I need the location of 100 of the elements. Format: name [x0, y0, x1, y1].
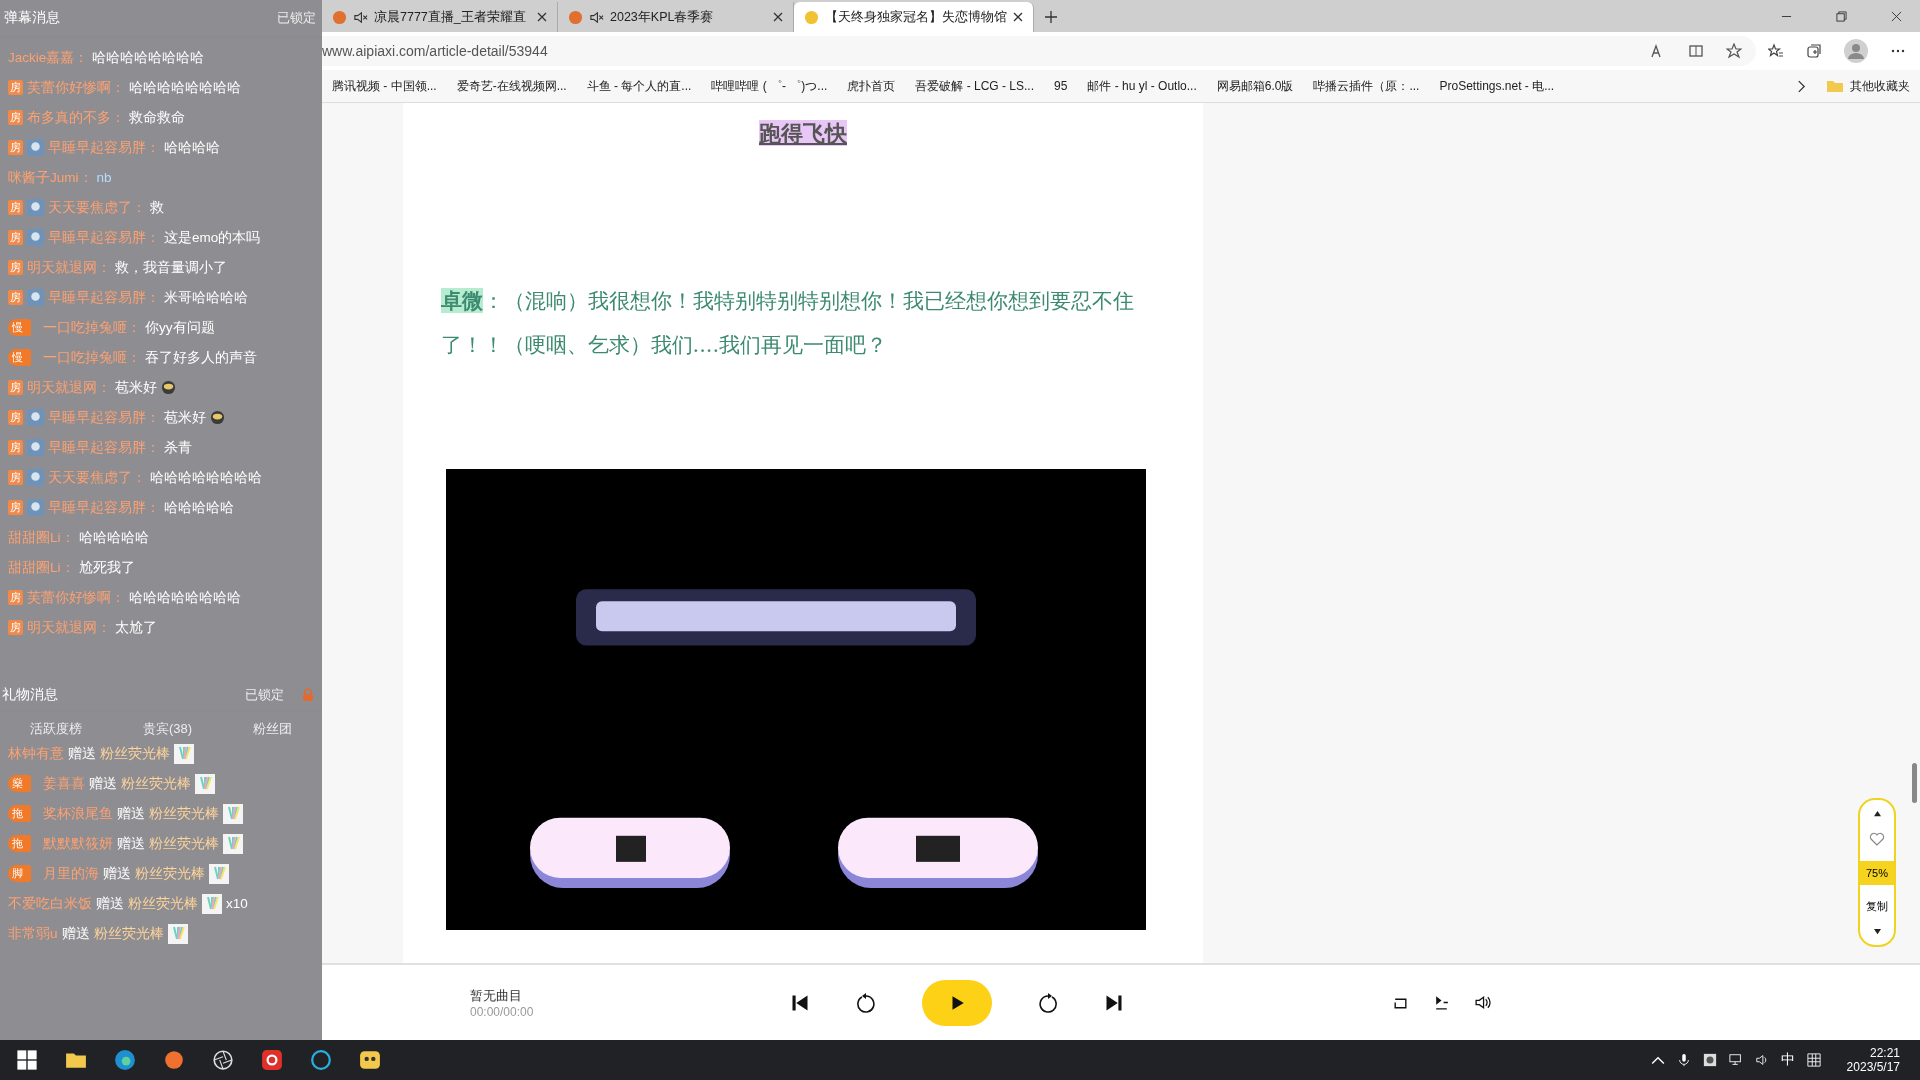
chat-username: 芙蕾你好惨啊： [27, 78, 125, 97]
chat-message: 吞了好多人的声音 [145, 348, 257, 367]
scroll-up-icon[interactable] [1872, 810, 1882, 817]
bookmark-folder[interactable]: 其他收藏夹 [1850, 77, 1910, 95]
muted-speaker-icon[interactable] [353, 9, 368, 25]
gift-verb: 赠送 [103, 864, 131, 883]
profile-icon[interactable] [1844, 39, 1868, 63]
article-heading: 跑得飞快 [759, 120, 847, 146]
glow-stick-icon [202, 893, 222, 914]
chat-username: 明天就退网： [27, 618, 111, 637]
star-icon[interactable] [1726, 43, 1742, 59]
close-icon[interactable] [1013, 12, 1023, 22]
chat-username: 早睡早起容易胖： [48, 498, 160, 517]
bookmark[interactable]: 爱奇艺-在线视频网... [456, 77, 567, 95]
music-app-icon[interactable] [261, 1049, 283, 1071]
folder-icon [1826, 79, 1844, 93]
gift-name: 粉丝荧光棒 [149, 834, 219, 853]
chat-message: 救 [150, 198, 164, 217]
bookmark[interactable]: 虎扑首页 [847, 77, 896, 95]
play-button[interactable] [922, 979, 992, 1026]
address-field[interactable]: www.aipiaxi.com/article-detail/53944 [322, 36, 1756, 66]
fan-badge: 房 [8, 290, 23, 305]
fan-badge: 拖 [8, 835, 31, 852]
new-tab-icon[interactable] [1044, 10, 1058, 24]
chat-username: 布多真的不多： [27, 108, 125, 127]
collections-icon[interactable] [1806, 43, 1822, 59]
bookmark[interactable]: 邮件 - hu yl - Outlo... [1087, 77, 1197, 95]
gift-name: 粉丝荧光棒 [100, 744, 170, 763]
copy-button[interactable]: 复制 [1866, 899, 1888, 914]
playlist-icon[interactable] [1433, 994, 1450, 1011]
chat-message: 救命救命 [129, 108, 185, 127]
cartoon-app-icon[interactable] [359, 1049, 381, 1071]
site-icon [568, 9, 583, 25]
rewind-icon[interactable] [856, 992, 876, 1013]
chat-message: 你yy有问题 [145, 318, 215, 337]
bookmark[interactable]: 吾爱破解 - LCG - LS... [915, 77, 1035, 95]
bookmark[interactable]: 腾讯视频 - 中国领... [332, 77, 437, 95]
fan-badge: 慢 [8, 349, 31, 366]
close-icon[interactable] [773, 12, 783, 22]
browser-icon[interactable] [114, 1049, 136, 1071]
microphone-icon[interactable] [1676, 1053, 1691, 1067]
gift-username: 月里的海 [43, 864, 99, 883]
chat-username: 咪酱子Jumi： [8, 168, 93, 187]
volume-icon[interactable] [1754, 1053, 1769, 1067]
aperture-icon[interactable] [212, 1049, 234, 1071]
muted-speaker-icon[interactable] [589, 9, 604, 25]
heart-icon[interactable] [1869, 831, 1885, 847]
panel-title: 弹幕消息 [4, 9, 60, 27]
chat-username: 早睡早起容易胖： [48, 288, 160, 307]
gift-verb: 赠送 [61, 924, 90, 943]
bookmark[interactable]: 哔播云插件（原：... [1313, 77, 1420, 95]
windows-start-icon[interactable] [16, 1049, 38, 1071]
restore-icon[interactable] [1836, 11, 1847, 22]
browser-tab[interactable]: 【天终身独家冠名】失恋博物馆 [794, 2, 1034, 32]
fan-badge: 房 [8, 500, 23, 515]
scrollbar-thumb[interactable] [1912, 763, 1917, 803]
chat-username: Jackie嘉嘉： [8, 48, 89, 67]
chevron-right-icon[interactable] [1797, 79, 1806, 93]
gift-username: 姜喜喜 [43, 774, 85, 793]
bookmark[interactable]: 斗鱼 - 每个人的直... [586, 77, 692, 95]
record-icon[interactable] [1702, 1053, 1717, 1067]
bookmark[interactable]: ProSettings.net - 电... [1439, 77, 1555, 95]
chat-username: 甜甜圈Li： [8, 558, 75, 577]
glow-stick-icon [223, 803, 243, 824]
keyboard-grid-icon[interactable] [1806, 1053, 1821, 1067]
input-method-indicator[interactable]: 中 [1780, 1051, 1795, 1069]
close-icon[interactable] [537, 12, 547, 22]
fan-badge: 燊 [8, 775, 31, 792]
chat-username: 一口吃掉兔咂： [43, 348, 141, 367]
chat-username: 早睡早起容易胖： [48, 138, 160, 157]
volume-icon[interactable] [1474, 994, 1491, 1011]
gift-name: 粉丝荧光棒 [121, 774, 191, 793]
reader-icon[interactable] [1688, 43, 1704, 59]
site-icon [804, 9, 819, 25]
chat-message: 米哥哈哈哈哈 [164, 288, 248, 307]
chat-message: 苞米好 [115, 378, 157, 397]
fan-badge: 慢 [8, 319, 31, 336]
site-icon [332, 9, 347, 25]
bookmark[interactable]: 哔哩哔哩 ( ゜- ゜)つ... [711, 77, 828, 95]
scroll-down-icon[interactable] [1872, 928, 1882, 935]
chat-username: 天天要焦虑了： [48, 198, 146, 217]
chat-username: 芙蕾你好惨啊： [27, 588, 125, 607]
gift-count: x10 [226, 896, 248, 911]
dialogue-paragraph: 卓微：（混响）我很想你！我特别特别特别想你！我已经想你想到要忍不住了！！（哽咽、乞求）我们....我们再见一面吧？ [440, 287, 1135, 359]
glow-stick-icon [223, 833, 243, 854]
chat-message: 哈哈哈哈 [164, 138, 220, 157]
gift-username: 奖杯浪尾鱼 [43, 804, 113, 823]
favorites-icon[interactable] [1768, 43, 1784, 59]
lock-label: 已锁定 [245, 686, 284, 704]
fan-badge: 房 [8, 140, 23, 155]
close-icon[interactable] [1891, 11, 1902, 22]
bookmark[interactable]: 网易邮箱6.0版 [1216, 77, 1294, 95]
gift-name: 粉丝荧光棒 [135, 864, 205, 883]
forward-icon[interactable] [1038, 992, 1058, 1013]
gift-verb: 赠送 [89, 774, 117, 793]
clock-time: 22:21 [1869, 1046, 1900, 1060]
fan-badge: 房 [8, 260, 23, 275]
gift-verb: 赠送 [117, 834, 145, 853]
bookmark[interactable]: 95 [1054, 79, 1068, 93]
network-icon[interactable] [1728, 1053, 1743, 1067]
